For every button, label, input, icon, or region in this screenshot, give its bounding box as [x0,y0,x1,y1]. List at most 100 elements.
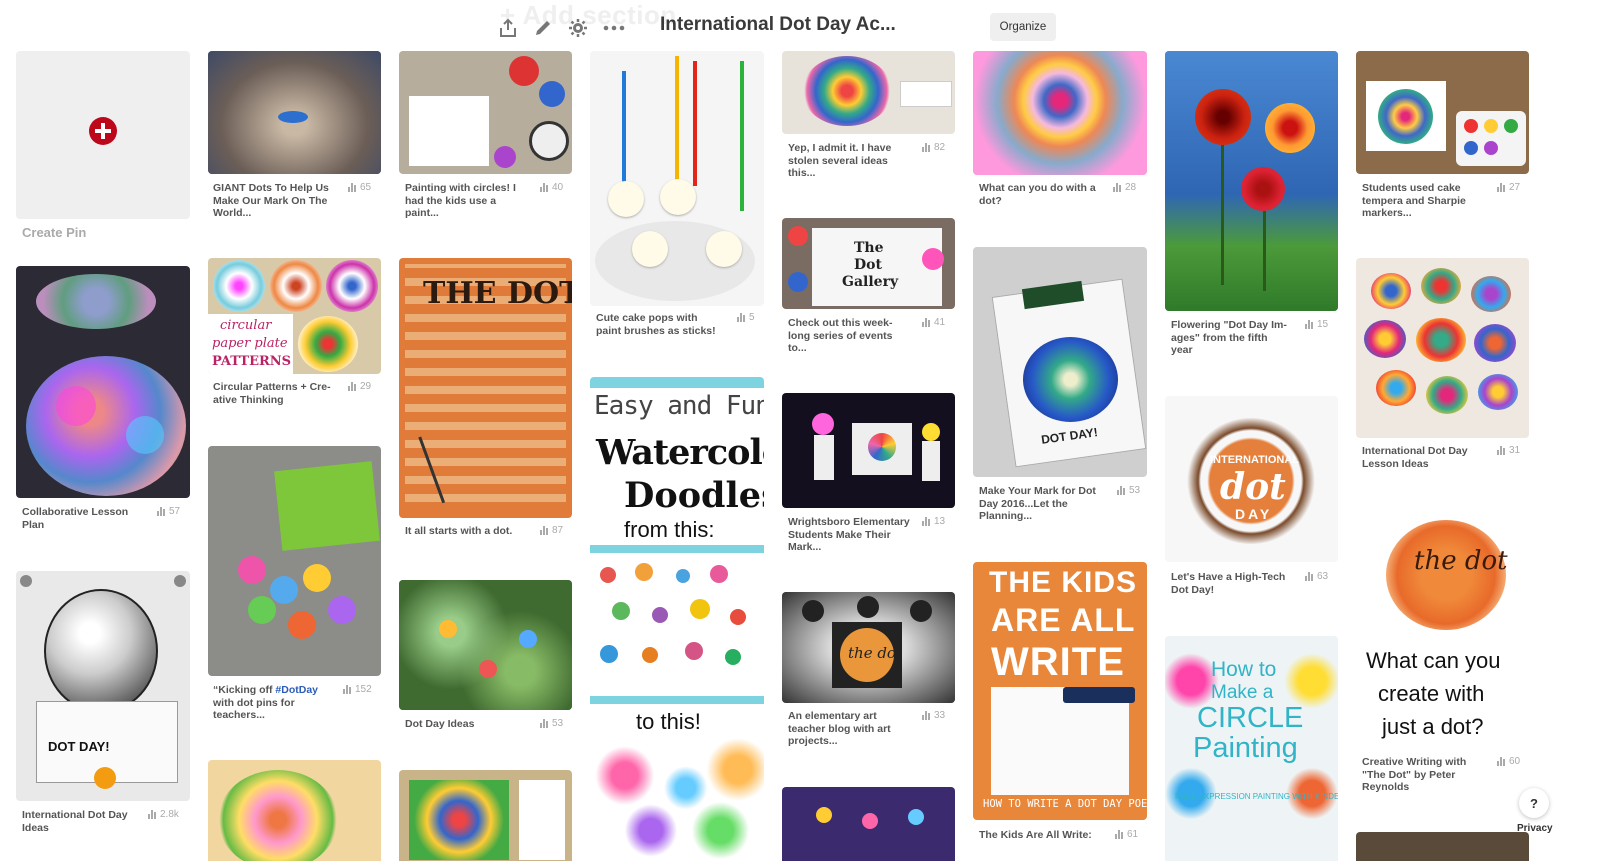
repin-count: 53 [1117,485,1140,496]
pin-image[interactable]: THE DOT [399,258,572,518]
pin-image[interactable]: DOT DAY! [973,247,1147,477]
pin-image[interactable] [782,51,955,134]
stats-icon [1305,572,1313,581]
create-pin-card[interactable] [16,51,190,219]
pin-description[interactable]: An elementary art teacher blog with art … [788,710,913,748]
stats-icon [157,507,165,516]
stats-icon [922,143,930,152]
hashtag-link[interactable]: #DotDay [275,684,318,696]
repin-count: 57 [157,506,180,517]
create-pin-label[interactable]: Create Pin [22,225,86,240]
pin-image[interactable]: How to Make a CIRCLE Painting FREE EXPRE… [1165,636,1338,861]
stats-icon [540,183,548,192]
stats-icon [1497,446,1505,455]
stats-icon [148,810,156,819]
repin-count: 63 [1305,571,1328,582]
pin-image[interactable]: circular paper plate PATTERNS [208,258,381,374]
repin-count: 41 [922,317,945,328]
settings-icon[interactable] [565,15,591,41]
pin-image[interactable]: Easy and Fun Watercolor Doodles from thi… [590,377,764,861]
pin-image[interactable]: DOT DAY! [16,571,190,801]
pin-image[interactable] [782,787,955,861]
pin-image[interactable] [399,770,572,861]
pin-description[interactable]: Let's Have a High-Tech Dot Day! [1171,571,1301,596]
stats-icon [348,183,356,192]
organize-button[interactable]: Organize [990,13,1056,41]
stats-icon [1497,183,1505,192]
pin-image[interactable] [16,266,190,498]
board-header: + Add section International Dot Day Ac..… [0,0,1600,50]
repin-count: 15 [1305,319,1328,330]
repin-count: 40 [540,182,563,193]
pin-image[interactable]: the dot [782,592,955,703]
stats-icon [737,313,745,322]
pin-image[interactable] [590,51,764,306]
pin-image[interactable] [1356,258,1529,438]
stats-icon [540,719,548,728]
repin-count: 27 [1497,182,1520,193]
pin-image[interactable] [1356,832,1529,861]
stats-icon [1497,757,1505,766]
repin-count: 13 [922,516,945,527]
pin-description[interactable]: Dot Day Ideas [405,718,530,731]
pin-image[interactable]: THE KIDS ARE ALL WRITE HOW TO WRITE A DO… [973,562,1147,820]
pin-description[interactable]: The Kids Are All Write: [979,829,1109,842]
repin-count: 152 [343,684,372,695]
repin-count: 53 [540,718,563,729]
stats-icon [1113,183,1121,192]
more-icon[interactable] [601,15,627,41]
edit-icon[interactable] [530,15,556,41]
pin-image[interactable]: The Dot Gallery [782,218,955,309]
pin-description[interactable]: Yep, I admit it. I have stolen several i… [788,142,913,180]
stats-icon [1117,486,1125,495]
pin-description[interactable]: “Kicking off #DotDay with dot pins for t… [213,684,338,722]
pin-description[interactable]: Make Your Mark for Dot Day 2016...Let th… [979,485,1109,523]
pin-description[interactable]: Check out this week- long series of even… [788,317,913,355]
repin-count: 29 [348,381,371,392]
repin-count: 61 [1115,829,1138,840]
pin-image[interactable] [208,446,381,676]
pin-description[interactable]: Students used cake tempera and Sharpie m… [1362,182,1487,220]
stats-icon [922,517,930,526]
pin-description[interactable]: Creative Writing with "The Dot" by Peter… [1362,756,1487,794]
pin-image[interactable] [1165,51,1338,311]
pin-description[interactable]: Painting with circles! I had the kids us… [405,182,530,220]
pin-description[interactable]: Wrightsboro Elementary Students Make The… [788,516,918,554]
stats-icon [348,382,356,391]
stats-icon [922,711,930,720]
image-caption: DOT DAY! [48,739,110,754]
pin-image[interactable] [973,51,1147,175]
pin-description[interactable]: It all starts with a dot. [405,525,535,538]
privacy-link[interactable]: Privacy [1517,823,1553,834]
pin-image[interactable] [1356,51,1529,174]
pin-description[interactable]: What can you do with a dot? [979,182,1104,207]
pin-description[interactable]: International Dot Day Ideas [22,809,147,834]
repin-count: 82 [922,142,945,153]
pin-image[interactable] [208,51,381,174]
pin-description[interactable]: Cute cake pops with paint brushes as sti… [596,312,726,337]
repin-count: 33 [922,710,945,721]
repin-count: 31 [1497,445,1520,456]
stats-icon [922,318,930,327]
share-icon[interactable] [495,15,521,41]
pin-description[interactable]: International Dot Day Lesson Ideas [1362,445,1487,470]
pin-image[interactable]: INTERNATIONAL dot DAY [1165,396,1338,562]
pin-description[interactable]: Collaborative Lesson Plan [22,506,147,531]
repin-count: 28 [1113,182,1136,193]
board-title: International Dot Day Ac... [660,14,896,35]
pin-image[interactable] [782,393,955,508]
repin-count: 65 [348,182,371,193]
pin-description[interactable]: GIANT Dots To Help Us Make Our Mark On T… [213,182,338,220]
pin-image[interactable] [399,580,572,710]
pin-image[interactable] [399,51,572,174]
repin-count: 5 [737,312,755,323]
help-button[interactable]: ? [1519,788,1549,818]
stats-icon [1305,320,1313,329]
add-pin-icon[interactable] [88,116,118,151]
repin-count: 87 [540,525,563,536]
pin-description[interactable]: Flowering "Dot Day Im- ages" from the fi… [1171,319,1296,357]
pin-image[interactable]: the dot What can you create with just a … [1356,510,1529,748]
pin-description[interactable]: Circular Patterns + Cre- ative Thinking [213,381,338,406]
pin-image[interactable] [208,760,381,861]
stats-icon [343,685,351,694]
